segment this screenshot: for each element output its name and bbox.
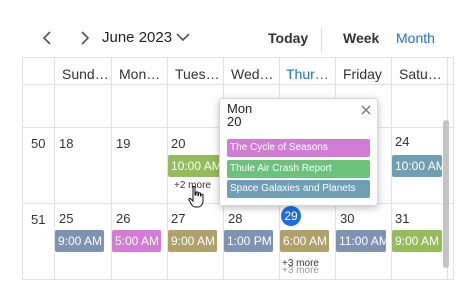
event-chip[interactable]: 5:00 AM bbox=[112, 230, 161, 252]
day-header-monday: Mon… bbox=[119, 66, 161, 82]
popup-event[interactable]: Space Galaxies and Planets bbox=[227, 180, 370, 198]
close-icon[interactable] bbox=[361, 105, 371, 115]
day-header-wednesday: Wed… bbox=[231, 66, 274, 82]
popup-event[interactable]: Thule Air Crash Report bbox=[227, 160, 370, 178]
date-cell[interactable]: 28 bbox=[228, 211, 242, 226]
today-button[interactable]: Today bbox=[268, 30, 308, 46]
hand-pointer-icon bbox=[188, 186, 204, 208]
date-cell[interactable]: 24 bbox=[395, 134, 409, 149]
calendar-toolbar: June 2023 Today Week Month bbox=[22, 20, 454, 57]
previous-button[interactable] bbox=[36, 26, 58, 50]
chevron-right-icon bbox=[81, 31, 90, 45]
period-label[interactable]: June 2023 bbox=[102, 29, 172, 46]
date-cell[interactable]: 31 bbox=[395, 211, 409, 226]
week-number: 50 bbox=[31, 136, 46, 151]
chevron-down-icon[interactable] bbox=[175, 30, 191, 44]
day-events-popup: Mon 20 The Cycle of Seasons Thule Air Cr… bbox=[219, 98, 378, 206]
vertical-scrollbar[interactable] bbox=[443, 120, 449, 268]
event-chip[interactable]: 9:00 AM bbox=[168, 230, 217, 252]
month-view-button[interactable]: Month bbox=[396, 30, 435, 46]
grid-line bbox=[23, 84, 453, 85]
day-header-sunday: Sund… bbox=[62, 66, 109, 82]
day-header-saturday: Satu… bbox=[399, 66, 442, 82]
popup-date: 20 bbox=[227, 114, 242, 129]
date-cell[interactable]: 26 bbox=[116, 211, 130, 226]
more-events-link-shadow: +3 more bbox=[282, 265, 319, 276]
event-chip[interactable]: 11:00 AM bbox=[336, 230, 386, 252]
date-cell[interactable]: 25 bbox=[59, 211, 73, 226]
date-cell[interactable]: 19 bbox=[116, 136, 130, 151]
today-date-badge[interactable]: 29 bbox=[281, 206, 301, 226]
week-view-button[interactable]: Week bbox=[343, 30, 379, 46]
day-header-friday: Friday bbox=[343, 66, 382, 82]
date-cell[interactable]: 27 bbox=[171, 211, 185, 226]
event-chip[interactable]: 9:00 AM bbox=[55, 230, 104, 252]
event-chip[interactable]: 10:00 AM bbox=[168, 155, 221, 177]
week-number: 51 bbox=[31, 212, 46, 227]
date-cell[interactable]: 18 bbox=[59, 136, 73, 151]
date-cell[interactable]: 30 bbox=[340, 211, 354, 226]
day-header-tuesday: Tues… bbox=[175, 66, 220, 82]
popup-event[interactable]: The Cycle of Seasons bbox=[227, 139, 370, 157]
event-chip[interactable]: 9:00 AM bbox=[392, 230, 442, 252]
next-button[interactable] bbox=[74, 26, 96, 50]
toolbar-divider bbox=[321, 28, 322, 52]
event-chip[interactable]: 10:00 AM bbox=[392, 155, 442, 177]
day-header-thursday: Thur… bbox=[286, 66, 329, 82]
date-cell[interactable]: 20 bbox=[171, 136, 185, 151]
event-chip[interactable]: 6:00 AM bbox=[280, 230, 329, 252]
chevron-left-icon bbox=[42, 31, 51, 45]
event-chip[interactable]: 1:00 PM bbox=[224, 230, 273, 252]
